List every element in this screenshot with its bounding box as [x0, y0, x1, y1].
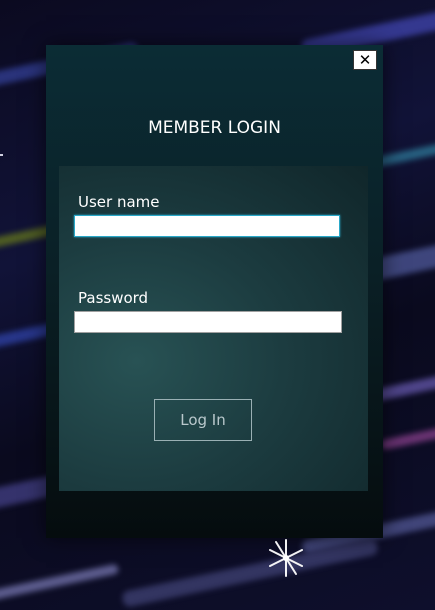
login-button[interactable]: Log In [154, 399, 252, 441]
dialog-title: MEMBER LOGIN [148, 118, 281, 138]
username-input[interactable] [74, 215, 340, 237]
background-streak [121, 538, 379, 608]
background-streak [0, 563, 120, 607]
close-icon: ✕ [358, 51, 372, 69]
password-input[interactable] [74, 311, 342, 333]
background-streak [380, 419, 435, 451]
password-label: Password [78, 289, 149, 307]
close-button[interactable]: ✕ [353, 50, 377, 70]
sparkle-icon [269, 539, 303, 577]
background-mark [0, 154, 3, 156]
username-label: User name [78, 193, 160, 211]
